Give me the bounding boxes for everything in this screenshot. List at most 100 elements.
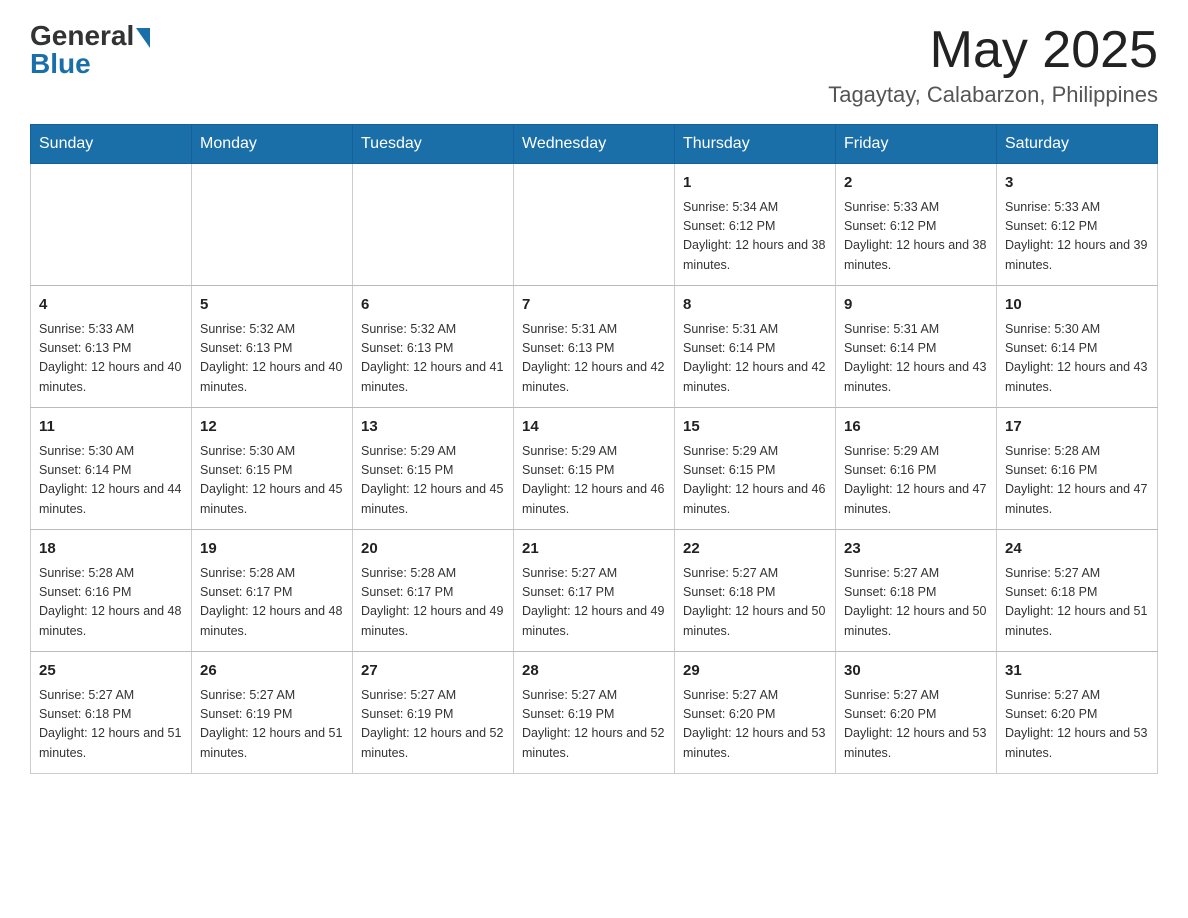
day-number: 30 — [844, 660, 988, 683]
day-info: Sunrise: 5:33 AM Sunset: 6:13 PM Dayligh… — [39, 320, 183, 398]
day-info: Sunrise: 5:30 AM Sunset: 6:15 PM Dayligh… — [200, 442, 344, 520]
weekday-header-sunday: Sunday — [31, 125, 192, 164]
calendar-cell: 31 Sunrise: 5:27 AM Sunset: 6:20 PM Dayli… — [997, 652, 1158, 774]
day-info: Sunrise: 5:28 AM Sunset: 6:17 PM Dayligh… — [200, 564, 344, 642]
day-number: 9 — [844, 294, 988, 317]
calendar-header-row: SundayMondayTuesdayWednesdayThursdayFrid… — [31, 125, 1158, 164]
day-number: 20 — [361, 538, 505, 561]
calendar-cell: 12 Sunrise: 5:30 AM Sunset: 6:15 PM Dayli… — [192, 408, 353, 530]
day-info: Sunrise: 5:29 AM Sunset: 6:15 PM Dayligh… — [361, 442, 505, 520]
calendar-cell: 4Sunrise: 5:33 AM Sunset: 6:13 PM Daylig… — [31, 286, 192, 408]
day-info: Sunrise: 5:27 AM Sunset: 6:20 PM Dayligh… — [1005, 686, 1149, 764]
calendar-week-row: 4Sunrise: 5:33 AM Sunset: 6:13 PM Daylig… — [31, 286, 1158, 408]
day-number: 7 — [522, 294, 666, 317]
logo: General Blue — [30, 20, 150, 80]
calendar-cell: 5 Sunrise: 5:32 AM Sunset: 6:13 PM Daylig… — [192, 286, 353, 408]
day-info: Sunrise: 5:27 AM Sunset: 6:20 PM Dayligh… — [683, 686, 827, 764]
location-text: Tagaytay, Calabarzon, Philippines — [828, 82, 1158, 108]
calendar-cell: 22Sunrise: 5:27 AM Sunset: 6:18 PM Dayli… — [675, 530, 836, 652]
day-info: Sunrise: 5:27 AM Sunset: 6:20 PM Dayligh… — [844, 686, 988, 764]
calendar-cell: 7Sunrise: 5:31 AM Sunset: 6:13 PM Daylig… — [514, 286, 675, 408]
page-header: General Blue May 2025 Tagaytay, Calabarz… — [30, 20, 1158, 108]
calendar-cell: 29Sunrise: 5:27 AM Sunset: 6:20 PM Dayli… — [675, 652, 836, 774]
calendar-cell: 11 Sunrise: 5:30 AM Sunset: 6:14 PM Dayli… — [31, 408, 192, 530]
day-info: Sunrise: 5:33 AM Sunset: 6:12 PM Dayligh… — [1005, 198, 1149, 276]
calendar-cell: 15Sunrise: 5:29 AM Sunset: 6:15 PM Dayli… — [675, 408, 836, 530]
day-info: Sunrise: 5:27 AM Sunset: 6:18 PM Dayligh… — [1005, 564, 1149, 642]
day-number: 18 — [39, 538, 183, 561]
calendar-week-row: 18 Sunrise: 5:28 AM Sunset: 6:16 PM Dayli… — [31, 530, 1158, 652]
calendar-week-row: 25 Sunrise: 5:27 AM Sunset: 6:18 PM Dayli… — [31, 652, 1158, 774]
day-number: 3 — [1005, 172, 1149, 195]
day-info: Sunrise: 5:27 AM Sunset: 6:18 PM Dayligh… — [844, 564, 988, 642]
day-number: 11 — [39, 416, 183, 439]
calendar-cell — [31, 164, 192, 286]
calendar-cell: 1 Sunrise: 5:34 AM Sunset: 6:12 PM Daylig… — [675, 164, 836, 286]
calendar-cell: 14Sunrise: 5:29 AM Sunset: 6:15 PM Dayli… — [514, 408, 675, 530]
calendar-cell: 26 Sunrise: 5:27 AM Sunset: 6:19 PM Dayli… — [192, 652, 353, 774]
calendar-cell: 3 Sunrise: 5:33 AM Sunset: 6:12 PM Daylig… — [997, 164, 1158, 286]
day-number: 28 — [522, 660, 666, 683]
weekday-header-thursday: Thursday — [675, 125, 836, 164]
day-number: 5 — [200, 294, 344, 317]
calendar-cell: 19Sunrise: 5:28 AM Sunset: 6:17 PM Dayli… — [192, 530, 353, 652]
day-info: Sunrise: 5:34 AM Sunset: 6:12 PM Dayligh… — [683, 198, 827, 276]
logo-triangle-icon — [136, 28, 150, 48]
calendar-cell: 28 Sunrise: 5:27 AM Sunset: 6:19 PM Dayli… — [514, 652, 675, 774]
day-number: 13 — [361, 416, 505, 439]
day-number: 27 — [361, 660, 505, 683]
weekday-header-wednesday: Wednesday — [514, 125, 675, 164]
day-info: Sunrise: 5:29 AM Sunset: 6:15 PM Dayligh… — [522, 442, 666, 520]
day-info: Sunrise: 5:31 AM Sunset: 6:14 PM Dayligh… — [844, 320, 988, 398]
weekday-header-monday: Monday — [192, 125, 353, 164]
day-number: 8 — [683, 294, 827, 317]
day-number: 25 — [39, 660, 183, 683]
day-number: 21 — [522, 538, 666, 561]
calendar-cell: 27Sunrise: 5:27 AM Sunset: 6:19 PM Dayli… — [353, 652, 514, 774]
calendar-cell: 30 Sunrise: 5:27 AM Sunset: 6:20 PM Dayli… — [836, 652, 997, 774]
calendar-cell: 2Sunrise: 5:33 AM Sunset: 6:12 PM Daylig… — [836, 164, 997, 286]
day-info: Sunrise: 5:27 AM Sunset: 6:17 PM Dayligh… — [522, 564, 666, 642]
calendar-cell: 8Sunrise: 5:31 AM Sunset: 6:14 PM Daylig… — [675, 286, 836, 408]
day-info: Sunrise: 5:32 AM Sunset: 6:13 PM Dayligh… — [361, 320, 505, 398]
day-number: 10 — [1005, 294, 1149, 317]
calendar-cell: 13 Sunrise: 5:29 AM Sunset: 6:15 PM Dayli… — [353, 408, 514, 530]
day-number: 12 — [200, 416, 344, 439]
day-number: 26 — [200, 660, 344, 683]
calendar-cell: 10Sunrise: 5:30 AM Sunset: 6:14 PM Dayli… — [997, 286, 1158, 408]
day-info: Sunrise: 5:29 AM Sunset: 6:16 PM Dayligh… — [844, 442, 988, 520]
day-info: Sunrise: 5:28 AM Sunset: 6:16 PM Dayligh… — [39, 564, 183, 642]
day-number: 16 — [844, 416, 988, 439]
day-info: Sunrise: 5:27 AM Sunset: 6:19 PM Dayligh… — [522, 686, 666, 764]
day-info: Sunrise: 5:28 AM Sunset: 6:17 PM Dayligh… — [361, 564, 505, 642]
day-number: 24 — [1005, 538, 1149, 561]
logo-blue-text: Blue — [30, 48, 91, 80]
day-info: Sunrise: 5:32 AM Sunset: 6:13 PM Dayligh… — [200, 320, 344, 398]
weekday-header-friday: Friday — [836, 125, 997, 164]
calendar-cell: 17 Sunrise: 5:28 AM Sunset: 6:16 PM Dayli… — [997, 408, 1158, 530]
day-number: 1 — [683, 172, 827, 195]
day-info: Sunrise: 5:27 AM Sunset: 6:18 PM Dayligh… — [39, 686, 183, 764]
calendar-cell: 6Sunrise: 5:32 AM Sunset: 6:13 PM Daylig… — [353, 286, 514, 408]
day-info: Sunrise: 5:27 AM Sunset: 6:19 PM Dayligh… — [200, 686, 344, 764]
day-number: 22 — [683, 538, 827, 561]
day-info: Sunrise: 5:28 AM Sunset: 6:16 PM Dayligh… — [1005, 442, 1149, 520]
calendar-cell: 23 Sunrise: 5:27 AM Sunset: 6:18 PM Dayli… — [836, 530, 997, 652]
day-info: Sunrise: 5:30 AM Sunset: 6:14 PM Dayligh… — [39, 442, 183, 520]
calendar-cell: 9 Sunrise: 5:31 AM Sunset: 6:14 PM Daylig… — [836, 286, 997, 408]
day-number: 31 — [1005, 660, 1149, 683]
calendar-table: SundayMondayTuesdayWednesdayThursdayFrid… — [30, 124, 1158, 774]
calendar-cell: 24 Sunrise: 5:27 AM Sunset: 6:18 PM Dayli… — [997, 530, 1158, 652]
calendar-cell: 16 Sunrise: 5:29 AM Sunset: 6:16 PM Dayli… — [836, 408, 997, 530]
calendar-cell — [192, 164, 353, 286]
day-number: 15 — [683, 416, 827, 439]
calendar-week-row: 1 Sunrise: 5:34 AM Sunset: 6:12 PM Daylig… — [31, 164, 1158, 286]
calendar-cell: 21 Sunrise: 5:27 AM Sunset: 6:17 PM Dayli… — [514, 530, 675, 652]
calendar-week-row: 11 Sunrise: 5:30 AM Sunset: 6:14 PM Dayli… — [31, 408, 1158, 530]
day-number: 23 — [844, 538, 988, 561]
calendar-cell: 20 Sunrise: 5:28 AM Sunset: 6:17 PM Dayli… — [353, 530, 514, 652]
day-number: 17 — [1005, 416, 1149, 439]
weekday-header-tuesday: Tuesday — [353, 125, 514, 164]
day-info: Sunrise: 5:33 AM Sunset: 6:12 PM Dayligh… — [844, 198, 988, 276]
title-section: May 2025 Tagaytay, Calabarzon, Philippin… — [828, 20, 1158, 108]
